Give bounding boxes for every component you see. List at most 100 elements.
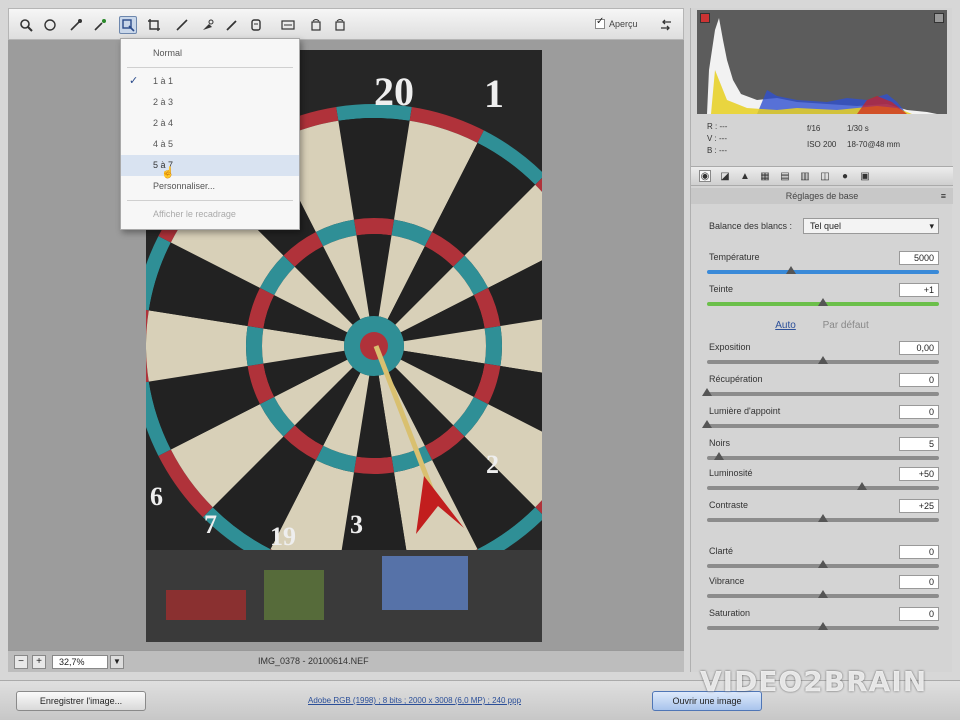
check-icon: ✓ [129,75,139,87]
preview-checkbox[interactable] [595,16,605,29]
tab-tone-curve[interactable]: ◪ [719,170,731,182]
photo-number-3: 3 [350,510,363,539]
zoom-menu-item-normal[interactable]: Normal [121,43,299,64]
tab-camera-calibration[interactable]: ● [839,170,851,182]
preview-toggle[interactable]: Aperçu [595,16,638,29]
slider-value-field[interactable]: 0 [899,373,939,387]
slider-thumb[interactable] [702,388,712,396]
slider-thumb[interactable] [702,420,712,428]
slider-track[interactable] [707,456,939,460]
zoom-menu-item-4-5[interactable]: 4 à 5 [121,134,299,155]
zoom-menu-item-2-4[interactable]: 2 à 4 [121,113,299,134]
zoom-menu-item-5-7[interactable]: 5 à 7 ☝ [121,155,299,179]
zoom-menu-label: Normal [153,48,183,58]
color-sampler-icon[interactable] [91,16,109,34]
zoom-out-button[interactable]: − [14,655,28,669]
white-balance-icon[interactable] [67,16,85,34]
slider-value-field[interactable]: 5 [899,437,939,451]
tab-detail[interactable]: ▲ [739,170,751,182]
pixel-readout: R : --- V : --- B : --- f/16 1/30 s ISO … [697,120,947,160]
zoom-in-button[interactable]: + [32,655,46,669]
tab-lens[interactable]: ▥ [799,170,811,182]
slider-label: Saturation [709,608,751,618]
zoom-menu-label: 2 à 4 [153,118,174,128]
target-adjust-icon[interactable] [119,16,137,34]
slider-row: Saturation 0 [705,607,941,636]
slider-label: Teinte [709,284,734,294]
zoom-level-field[interactable]: 32,7% [52,655,108,669]
zoom-menu-item-1-1[interactable]: ✓ 1 à 1 [121,71,299,92]
straighten-icon[interactable] [173,16,191,34]
slider-row: Teinte +1 [705,283,941,312]
crop-icon[interactable] [145,16,163,34]
slider-row: Lumière d'appoint 0 [702,405,941,434]
image-canvas[interactable]: 20 1 2 6 7 19 3 [8,40,684,650]
slider-label: Récupération [709,374,763,384]
slider-value-field[interactable]: 5000 [899,251,939,265]
slider-thumb[interactable] [713,452,724,460]
slider-value-field[interactable]: 0 [899,405,939,419]
readout-lens: 18-70@48 mm [847,140,901,149]
slider-thumb[interactable] [818,590,828,598]
slider-value-field[interactable]: 0 [899,575,939,589]
tab-split-toning[interactable]: ▤ [779,170,791,182]
auto-link[interactable]: Auto [775,320,796,331]
preferences-icon[interactable] [247,16,265,34]
slider-value-field[interactable]: 0 [899,607,939,621]
readout-b: B : --- [707,146,727,155]
zoom-menu-label: 1 à 1 [153,76,174,86]
slider-track[interactable] [707,270,939,274]
photo-number-1: 1 [484,71,504,116]
menu-separator [127,200,293,201]
tab-effects[interactable]: ◫ [819,170,831,182]
slider-row: Vibrance 0 [705,575,941,604]
chevron-down-icon[interactable]: ▼ [110,655,124,669]
tab-basic[interactable]: ◉ [699,170,711,182]
readout-r: R : --- [707,122,728,131]
slider-value-field[interactable]: +25 [899,499,939,513]
zoom-menu-item-2-3[interactable]: 2 à 3 [121,92,299,113]
slider-track[interactable] [707,392,939,396]
photo-number-7: 7 [204,510,217,539]
zoom-menu-item-custom[interactable]: Personnaliser... [121,176,299,197]
rotate-right-icon[interactable] [331,16,349,34]
photo-number-2: 2 [486,450,499,479]
slider-thumb[interactable] [818,560,828,568]
slider-thumb[interactable] [785,266,796,274]
slider-thumb[interactable] [818,356,828,364]
slider-value-field[interactable]: 0,00 [899,341,939,355]
slider-value-field[interactable]: +50 [899,467,939,481]
workflow-options-link[interactable]: Adobe RGB (1998) ; 8 bits ; 2000 x 3008 … [308,696,521,705]
save-image-button[interactable]: Enregistrer l'image... [16,691,146,711]
panel-title: Réglages de base [691,188,953,204]
tab-presets[interactable]: ▣ [859,170,871,182]
slider-thumb[interactable] [818,514,828,522]
zoom-dropdown-menu: Normal ✓ 1 à 1 2 à 3 2 à 4 4 à 5 5 à 7 ☝ … [120,38,300,230]
fullscreen-icon[interactable] [657,16,675,34]
slider-track[interactable] [707,424,939,428]
highlight-clip-warning-icon[interactable] [934,13,944,23]
list-icon[interactable] [279,16,297,34]
slider-value-field[interactable]: +1 [899,283,939,297]
default-link[interactable]: Par défaut [823,320,869,331]
slider-label: Température [709,252,760,262]
tab-hsl[interactable]: ▦ [759,170,771,182]
rotate-left-icon[interactable] [307,16,325,34]
slider-value-field[interactable]: 0 [899,545,939,559]
red-eye-icon[interactable] [223,16,241,34]
slider-track[interactable] [707,486,939,490]
slider-thumb[interactable] [857,482,868,490]
spot-removal-icon[interactable] [199,16,217,34]
photo-number-20: 20 [374,69,414,114]
white-balance-select[interactable]: Tel quel [803,218,939,234]
zoom-menu-label: Afficher le recadrage [153,209,236,219]
menu-separator [127,67,293,68]
panel-menu-icon[interactable]: ≡ [941,188,946,204]
slider-thumb[interactable] [818,622,828,630]
slider-thumb[interactable] [818,298,828,306]
zoom-menu-label: 2 à 3 [153,97,174,107]
canvas-statusbar: − + 32,7% ▼ IMG_0378 - 20100614.NEF [8,650,684,672]
zoom-icon[interactable] [17,16,35,34]
hand-icon[interactable] [41,16,59,34]
shadow-clip-warning-icon[interactable] [700,13,710,23]
